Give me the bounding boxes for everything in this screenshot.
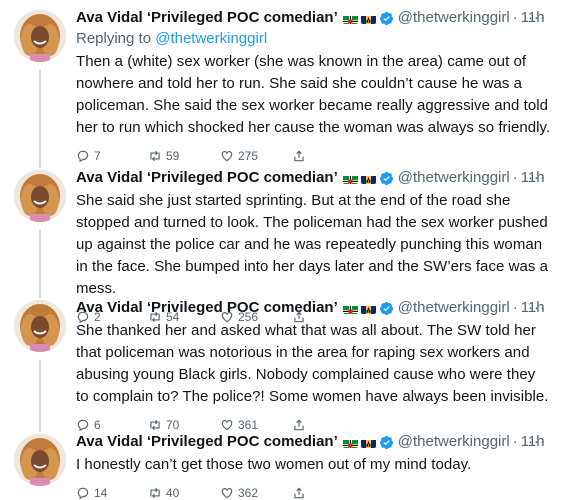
retweet-count: 70: [166, 418, 180, 432]
like-button[interactable]: 275: [220, 149, 292, 163]
reply-icon: [77, 150, 89, 163]
reply-icon: [77, 419, 89, 432]
like-button[interactable]: 361: [220, 418, 292, 432]
like-count: 361: [238, 418, 259, 432]
reply-button[interactable]: 6: [76, 418, 148, 432]
verified-badge-icon: [379, 171, 393, 185]
verified-badge-icon: [379, 435, 393, 449]
more-options-icon[interactable]: ···: [528, 432, 546, 452]
more-options-icon[interactable]: ···: [528, 8, 546, 28]
tweet-header: Ava Vidal ‘Privileged POC comedian’ @the…: [76, 298, 546, 318]
retweet-icon: [150, 487, 160, 499]
retweet-button[interactable]: 40: [148, 486, 220, 500]
reply-count: 7: [94, 149, 101, 163]
barbados-flag-icon: [360, 303, 376, 314]
heart-icon: [221, 488, 233, 499]
heart-icon: [221, 151, 233, 162]
reply-button[interactable]: 7: [76, 149, 148, 163]
tweet-text: I honestly can’t get those two women out…: [76, 456, 472, 473]
heart-icon: [221, 420, 233, 431]
avatar[interactable]: [14, 10, 66, 62]
retweet-button[interactable]: 59: [148, 149, 220, 163]
tweet-text: Then a (white) sex worker (she was known…: [76, 53, 551, 136]
retweet-icon: [150, 419, 160, 431]
author-handle[interactable]: @thetwerkinggirl: [398, 168, 510, 188]
thread-connector: [39, 230, 41, 298]
dominica-flag-icon: [342, 303, 358, 314]
barbados-flag-icon: [360, 437, 376, 448]
barbados-flag-icon: [360, 173, 376, 184]
tweet-header: Ava Vidal ‘Privileged POC comedian’ @the…: [76, 168, 546, 188]
share-button[interactable]: [292, 149, 310, 163]
dominica-flag-icon: [342, 173, 358, 184]
tweet-text: She thanked her and asked what that was …: [76, 322, 549, 405]
like-count: 362: [238, 486, 259, 500]
reply-handle-link[interactable]: @thetwerkinggirl: [155, 30, 267, 47]
tweet-header: Ava Vidal ‘Privileged POC comedian’ @the…: [76, 432, 546, 452]
share-icon: [294, 150, 304, 162]
author-handle[interactable]: @thetwerkinggirl: [398, 298, 510, 318]
thread-timeline: Ava Vidal ‘Privileged POC comedian’ @the…: [0, 0, 562, 500]
verified-badge-icon: [379, 11, 393, 25]
retweet-count: 59: [166, 149, 180, 163]
reply-icon: [77, 487, 89, 500]
like-button[interactable]: 362: [220, 486, 292, 500]
reply-count: 6: [94, 418, 101, 432]
share-button[interactable]: [292, 418, 310, 432]
dominica-flag-icon: [342, 437, 358, 448]
tweet-actions: 14 40 362: [76, 485, 552, 500]
author-handle[interactable]: @thetwerkinggirl: [398, 8, 510, 28]
thread-connector: [39, 70, 41, 168]
retweet-count: 40: [166, 486, 180, 500]
more-options-icon[interactable]: ···: [528, 298, 546, 318]
dominica-flag-icon: [342, 13, 358, 24]
retweet-button[interactable]: 70: [148, 418, 220, 432]
avatar[interactable]: [14, 300, 66, 352]
avatar[interactable]: [14, 434, 66, 486]
more-options-icon[interactable]: ···: [528, 168, 546, 188]
reply-count: 14: [94, 486, 108, 500]
tweet-header: Ava Vidal ‘Privileged POC comedian’ @the…: [76, 8, 546, 28]
author-name[interactable]: Ava Vidal ‘Privileged POC comedian’: [76, 168, 338, 188]
reply-button[interactable]: 14: [76, 486, 148, 500]
barbados-flag-icon: [360, 13, 376, 24]
replying-to: Replying to @thetwerkinggirl: [76, 30, 268, 47]
verified-badge-icon: [379, 301, 393, 315]
author-name[interactable]: Ava Vidal ‘Privileged POC comedian’: [76, 298, 338, 318]
share-button[interactable]: [292, 486, 310, 500]
avatar[interactable]: [14, 170, 66, 222]
author-name[interactable]: Ava Vidal ‘Privileged POC comedian’: [76, 432, 338, 452]
tweet-actions: 6 70 361: [76, 417, 552, 433]
share-icon: [294, 419, 304, 431]
author-handle[interactable]: @thetwerkinggirl: [398, 432, 510, 452]
share-icon: [294, 487, 304, 499]
like-count: 275: [238, 149, 259, 163]
tweet-actions: 7 59 275: [76, 148, 552, 164]
retweet-icon: [150, 150, 160, 162]
tweet-text: She said she just started sprinting. But…: [76, 192, 549, 297]
author-name[interactable]: Ava Vidal ‘Privileged POC comedian’: [76, 8, 338, 28]
thread-connector: [39, 360, 41, 432]
